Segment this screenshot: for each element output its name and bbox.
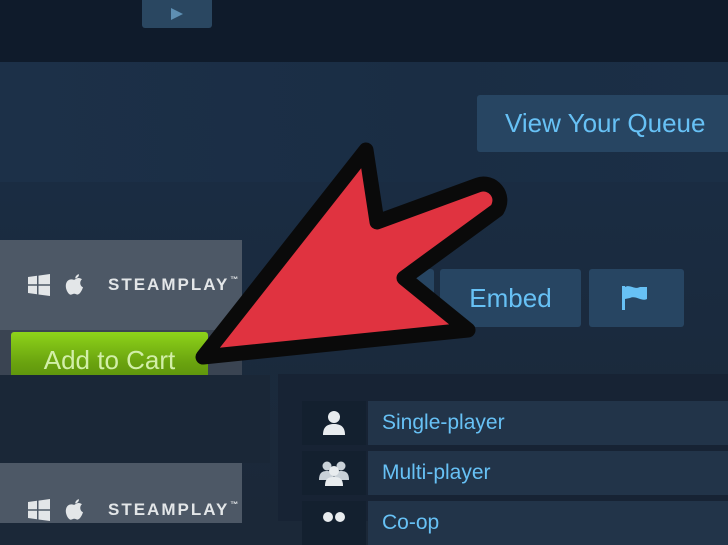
- feature-label[interactable]: Co-op: [382, 501, 439, 545]
- platform-row: STEAMPLAY™: [26, 272, 238, 298]
- feature-label[interactable]: Multi-player: [382, 451, 491, 495]
- feature-row-co-op[interactable]: Co-op: [302, 501, 728, 545]
- report-flag-button[interactable]: [589, 269, 684, 327]
- windows-icon: [28, 274, 50, 296]
- co-op-icon: [323, 512, 345, 522]
- feature-row-multi-player[interactable]: Multi-player: [302, 451, 728, 495]
- feature-row-single-player[interactable]: Single-player: [302, 401, 728, 445]
- embed-button[interactable]: Embed: [440, 269, 581, 327]
- apple-icon: [65, 274, 83, 295]
- feature-icon-cell: [302, 501, 366, 545]
- steamplay-logo: STEAMPLAY™: [108, 275, 239, 294]
- feature-icon-cell: [302, 451, 366, 495]
- multi-player-icon: [319, 461, 349, 486]
- single-player-icon: [323, 411, 345, 435]
- feature-label-cell: Single-player: [368, 401, 728, 445]
- video-thumbnail[interactable]: [142, 0, 212, 28]
- platform-row-secondary: STEAMPLAY™: [26, 497, 238, 523]
- steamplay-logo: STEAMPLAY™: [108, 500, 239, 519]
- purchase-spacer: [0, 375, 270, 463]
- feature-label-cell: Multi-player: [368, 451, 728, 495]
- purchase-box-secondary: STEAMPLAY™: [0, 463, 242, 523]
- feature-label-cell: Co-op: [368, 501, 728, 545]
- top-band: [0, 0, 728, 62]
- share-button[interactable]: [392, 269, 434, 327]
- feature-icon-cell: [302, 401, 366, 445]
- flag-icon: [622, 286, 647, 310]
- apple-icon: [65, 499, 83, 520]
- play-icon: [171, 8, 183, 20]
- windows-icon: [28, 499, 50, 521]
- features-panel: [278, 374, 728, 521]
- feature-label[interactable]: Single-player: [382, 401, 505, 445]
- view-queue-button[interactable]: View Your Queue: [477, 95, 728, 152]
- purchase-box: STEAMPLAY™: [0, 240, 242, 330]
